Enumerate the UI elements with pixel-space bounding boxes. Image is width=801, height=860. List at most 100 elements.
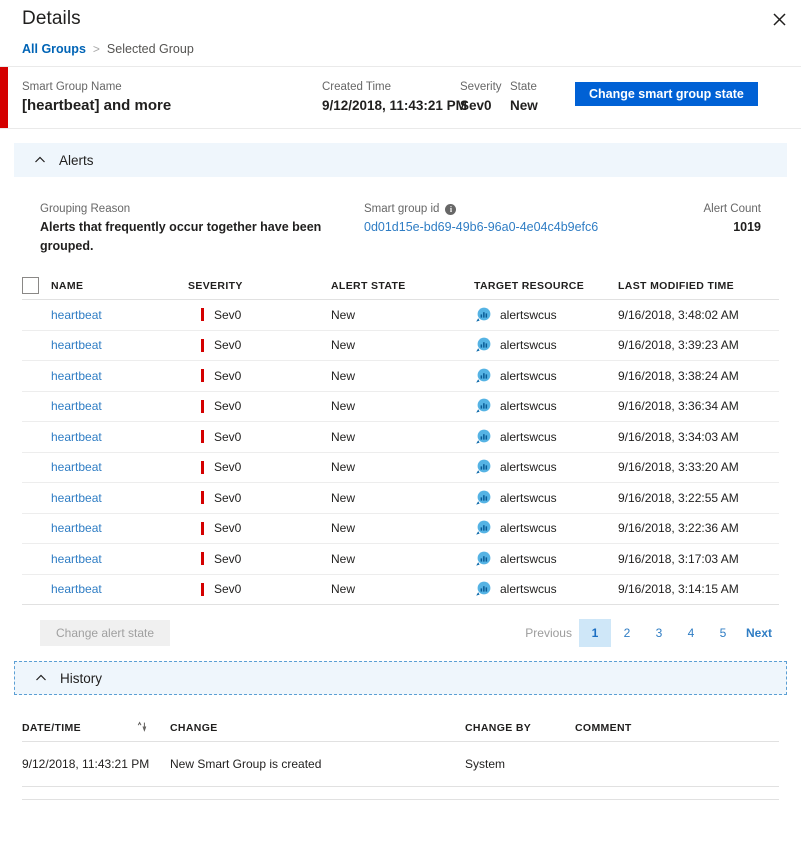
target-resource-cell: alertswcus [474,550,618,568]
table-row[interactable]: heartbeatSev0Newalertswcus9/16/2018, 3:3… [22,422,779,453]
severity-indicator-icon [201,308,204,321]
history-change-by-cell: System [465,757,575,771]
smart-group-name-field: Smart Group Name [heartbeat] and more [22,79,322,116]
table-row[interactable]: heartbeatSev0Newalertswcus9/16/2018, 3:1… [22,544,779,575]
alert-severity-cell: Sev0 [188,491,331,505]
column-header-alert-state[interactable]: ALERT STATE [331,280,474,292]
application-insights-icon [474,397,492,415]
grouping-reason-field: Grouping Reason Alerts that frequently o… [40,201,364,256]
pagination-page-1[interactable]: 1 [579,619,611,647]
pagination-page-2[interactable]: 2 [611,619,643,647]
table-row[interactable]: heartbeatSev0Newalertswcus9/16/2018, 3:3… [22,361,779,392]
pagination-next[interactable]: Next [739,619,779,647]
close-button[interactable] [763,4,795,34]
alert-name-cell: heartbeat [51,306,188,324]
alert-name-link[interactable]: heartbeat [51,399,102,413]
alert-name-link[interactable]: heartbeat [51,430,102,444]
severity-indicator-icon [201,461,204,474]
last-modified-time-cell: 9/16/2018, 3:22:55 AM [618,489,779,507]
column-header-change[interactable]: CHANGE [170,722,465,734]
column-header-change-by[interactable]: CHANGE BY [465,722,575,734]
alert-state-cell: New [331,489,474,507]
alert-name-link[interactable]: heartbeat [51,308,102,322]
alert-state-text: New [331,369,355,383]
column-header-datetime[interactable]: DATE/TIME [22,720,170,736]
target-resource-cell: alertswcus [474,458,618,476]
last-modified-time-cell: 9/16/2018, 3:48:02 AM [618,306,779,324]
alert-severity-text: Sev0 [214,521,241,535]
pagination-page-3[interactable]: 3 [643,619,675,647]
sort-icon[interactable] [135,720,148,736]
last-modified-time-text: 9/16/2018, 3:17:03 AM [618,552,739,566]
target-resource-text: alertswcus [500,308,557,322]
severity-field: Severity Sev0 [460,79,510,116]
state-field: State New [510,79,570,116]
severity-indicator-icon [201,552,204,565]
last-modified-time-text: 9/16/2018, 3:22:55 AM [618,491,739,505]
alert-name-cell: heartbeat [51,519,188,537]
table-row[interactable]: heartbeatSev0Newalertswcus9/16/2018, 3:2… [22,483,779,514]
smart-group-id-field: Smart group id i 0d01d15e-bd69-49b6-96a0… [364,201,674,256]
last-modified-time-text: 9/16/2018, 3:39:23 AM [618,338,739,352]
table-row[interactable]: heartbeatSev0Newalertswcus9/16/2018, 3:1… [22,575,779,606]
alert-name-cell: heartbeat [51,550,188,568]
bottom-divider [22,799,779,800]
grouping-reason-label: Grouping Reason [40,201,364,218]
alert-name-link[interactable]: heartbeat [51,521,102,535]
alert-severity-text: Sev0 [214,582,241,596]
alert-severity-cell: Sev0 [188,460,331,474]
severity-indicator-icon [201,522,204,535]
pagination-previous[interactable]: Previous [518,619,579,647]
target-resource-cell: alertswcus [474,336,618,354]
info-icon[interactable]: i [445,204,456,215]
target-resource-text: alertswcus [500,460,557,474]
alerts-section-header[interactable]: Alerts [14,143,787,177]
target-resource-text: alertswcus [500,338,557,352]
history-section-header[interactable]: History [14,661,787,695]
change-alert-state-button[interactable]: Change alert state [40,620,170,646]
alert-name-link[interactable]: heartbeat [51,460,102,474]
application-insights-icon [474,336,492,354]
alert-name-link[interactable]: heartbeat [51,491,102,505]
last-modified-time-text: 9/16/2018, 3:22:36 AM [618,521,739,535]
breadcrumb-all-groups[interactable]: All Groups [22,42,86,56]
column-header-last-modified-time[interactable]: LAST MODIFIED TIME [618,280,779,292]
history-section-title: History [60,671,102,686]
alert-name-link[interactable]: heartbeat [51,552,102,566]
alert-severity-cell: Sev0 [188,369,331,383]
alert-severity-text: Sev0 [214,369,241,383]
alert-name-link[interactable]: heartbeat [51,369,102,383]
table-row[interactable]: heartbeatSev0Newalertswcus9/16/2018, 3:3… [22,331,779,362]
smart-group-id-label: Smart group id i [364,201,674,218]
target-resource-text: alertswcus [500,430,557,444]
last-modified-time-cell: 9/16/2018, 3:22:36 AM [618,519,779,537]
alert-state-text: New [331,338,355,352]
alert-name-link[interactable]: heartbeat [51,338,102,352]
column-header-target-resource[interactable]: TARGET RESOURCE [474,280,618,292]
select-all-checkbox[interactable] [22,277,39,294]
alert-state-text: New [331,399,355,413]
alert-state-cell: New [331,458,474,476]
severity-indicator-icon [201,583,204,596]
target-resource-text: alertswcus [500,582,557,596]
smart-group-id-value[interactable]: 0d01d15e-bd69-49b6-96a0-4e04c4b9efc6 [364,220,598,234]
state-value: New [510,96,570,116]
application-insights-icon [474,519,492,537]
table-row[interactable]: heartbeatSev0Newalertswcus9/16/2018, 3:4… [22,300,779,331]
pagination-page-4[interactable]: 4 [675,619,707,647]
alert-name-cell: heartbeat [51,428,188,446]
table-row[interactable]: heartbeatSev0Newalertswcus9/16/2018, 3:3… [22,392,779,423]
change-smart-group-state-button[interactable]: Change smart group state [575,82,758,106]
table-row[interactable]: heartbeatSev0Newalertswcus9/16/2018, 3:3… [22,453,779,484]
pagination-page-5[interactable]: 5 [707,619,739,647]
alert-name-link[interactable]: heartbeat [51,582,102,596]
grouping-reason-value: Alerts that frequently occur together ha… [40,220,321,253]
target-resource-text: alertswcus [500,521,557,535]
column-header-severity[interactable]: SEVERITY [188,280,331,292]
state-label: State [510,79,570,95]
alert-state-cell: New [331,519,474,537]
column-header-comment[interactable]: COMMENT [575,722,779,734]
alert-state-cell: New [331,580,474,598]
table-row[interactable]: heartbeat Sev0 New alertswcus 9/16/2018, 3:2… [22,514,779,545]
column-header-name[interactable]: NAME [51,280,188,292]
